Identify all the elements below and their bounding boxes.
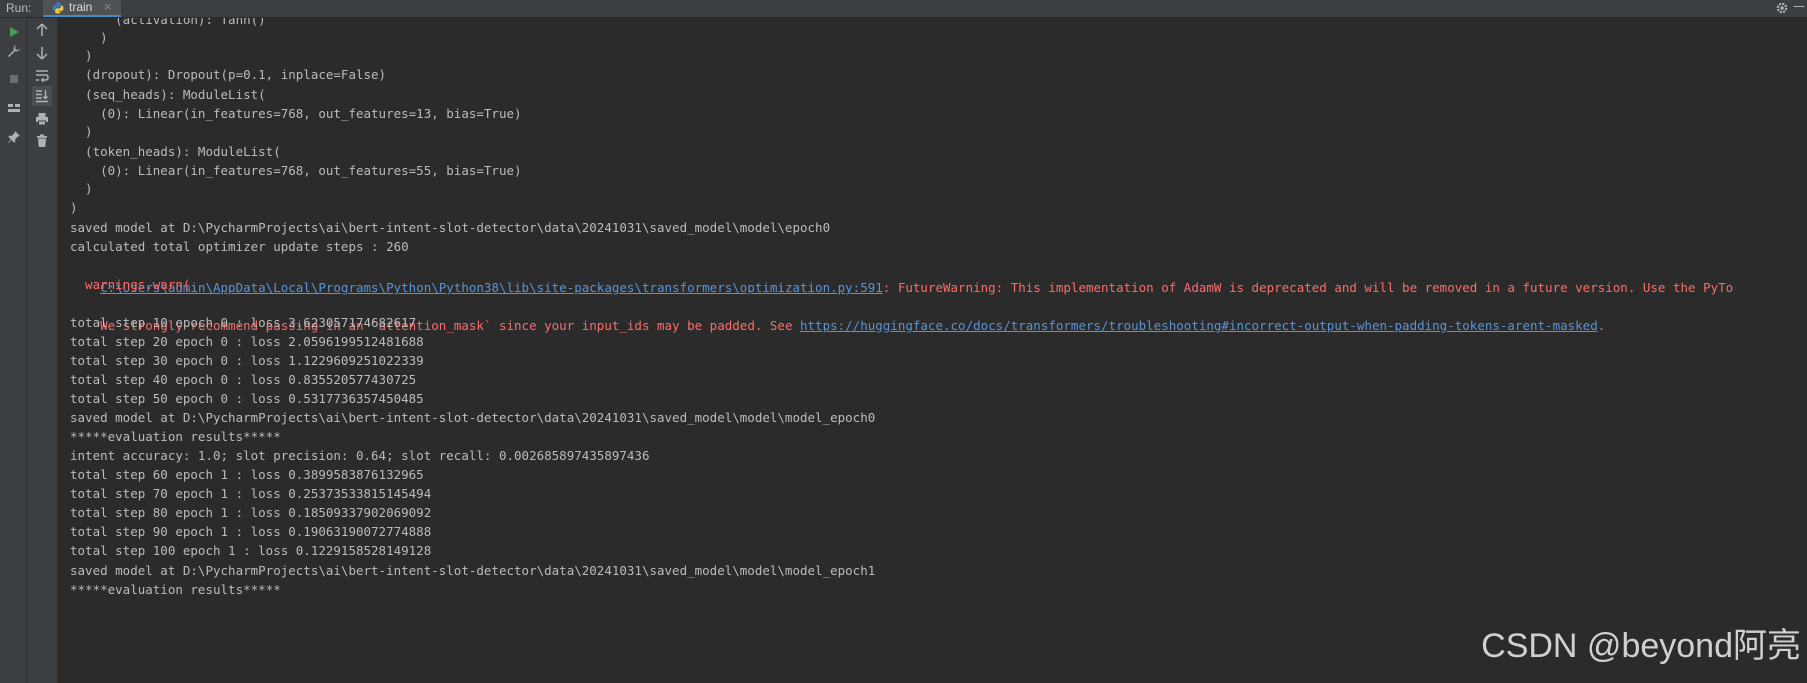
console-output[interactable]: (activation): Tanh() ) ) (dropout): Drop… bbox=[58, 18, 1807, 683]
console-toolbar bbox=[27, 18, 58, 683]
run-actions-toolbar bbox=[0, 18, 27, 683]
wrench-icon bbox=[8, 45, 20, 57]
close-icon[interactable]: × bbox=[103, 0, 112, 14]
console-line: ) bbox=[70, 200, 78, 215]
warning-line: C:\Users\admin\AppData\Local\Programs\Py… bbox=[70, 255, 1733, 295]
restore-layout-button[interactable] bbox=[4, 98, 24, 118]
scroll-to-end-button[interactable] bbox=[32, 86, 52, 106]
print-icon bbox=[36, 113, 48, 126]
console-line: total step 100 epoch 1 : loss 0.12291585… bbox=[70, 543, 432, 558]
clear-all-button[interactable] bbox=[32, 131, 52, 151]
previous-occurrence-button[interactable] bbox=[32, 20, 52, 40]
rerun-button[interactable] bbox=[4, 22, 24, 42]
tab-train[interactable]: train × bbox=[43, 0, 121, 17]
console-line: (0): Linear(in_features=768, out_feature… bbox=[70, 106, 522, 121]
stop-button[interactable] bbox=[4, 69, 24, 89]
stop-icon bbox=[10, 75, 18, 83]
console-line: (dropout): Dropout(p=0.1, inplace=False) bbox=[70, 67, 387, 82]
gear-icon[interactable] bbox=[1775, 1, 1789, 15]
pin-tab-button[interactable] bbox=[4, 127, 24, 147]
soft-wrap-button[interactable] bbox=[32, 66, 52, 86]
attention-mask-suffix: . bbox=[1597, 318, 1606, 333]
run-tool-window-header: Run: train × — bbox=[0, 0, 1807, 18]
tab-title: train bbox=[69, 0, 93, 14]
console-line: (0): Linear(in_features=768, out_feature… bbox=[70, 163, 522, 178]
trash-icon bbox=[37, 134, 47, 147]
rerun-icon bbox=[10, 27, 19, 37]
csdn-watermark: CSDN @beyond阿亮 bbox=[1481, 627, 1801, 665]
arrow-down-icon bbox=[36, 47, 48, 60]
soft-wrap-icon bbox=[36, 70, 49, 83]
arrow-up-icon bbox=[36, 23, 48, 36]
minimize-icon[interactable]: — bbox=[1793, 0, 1805, 12]
edit-configuration-button[interactable] bbox=[4, 41, 24, 61]
next-occurrence-button[interactable] bbox=[32, 43, 52, 63]
pin-icon bbox=[8, 131, 20, 143]
console-line: ) bbox=[70, 124, 93, 139]
scroll-to-end-icon bbox=[36, 90, 48, 103]
print-button[interactable] bbox=[32, 109, 52, 129]
python-icon bbox=[52, 2, 64, 14]
layout-icon bbox=[8, 104, 20, 112]
huggingface-docs-link[interactable]: https://huggingface.co/docs/transformers… bbox=[800, 318, 1598, 333]
run-label: Run: bbox=[6, 1, 32, 15]
console-line: *****evaluation results***** bbox=[70, 582, 281, 597]
